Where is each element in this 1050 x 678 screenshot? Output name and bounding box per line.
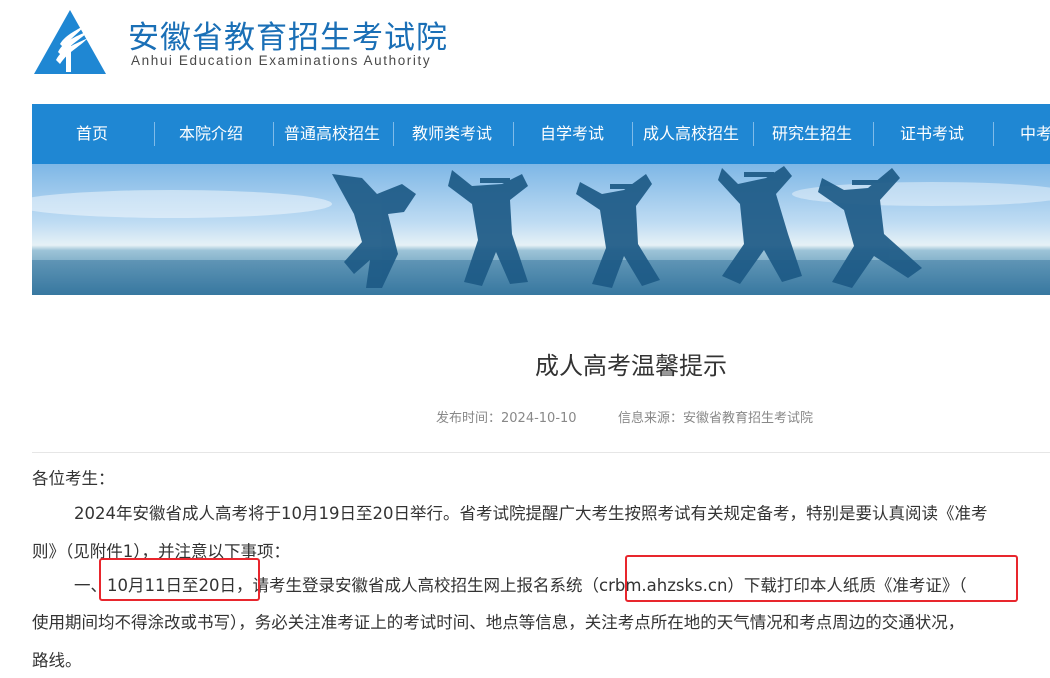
article-title: 成人高考温馨提示 [0,346,1050,381]
site-title: 安徽省教育招生考试院 [128,20,448,56]
nav-separator [753,122,754,146]
p2-url-link[interactable]: （crbm.ahzsks.cn） [583,576,744,595]
nav-item-college-admission[interactable]: 普通高校招生 [284,104,380,164]
site-header: 安徽省教育招生考试院 Anhui Education Examinations … [0,0,1050,104]
publish-time: 发布时间：2024-10-10 [436,411,577,426]
nav-item-about[interactable]: 本院介绍 [179,104,243,164]
paragraph-2-line-2: 使用期间均不得涂改或书写），务必关注准考证上的考试时间、地点等信息，关注考点所在… [32,613,965,632]
site-subtitle: Anhui Education Examinations Authority [131,53,432,68]
p2-suffix: 下载打印本人纸质《准考证》（ [743,576,967,595]
authority-logo-icon[interactable] [32,8,108,76]
nav-item-high-school-exam[interactable]: 中考 [1020,104,1050,164]
nav-separator [873,122,874,146]
paragraph-2-line-3: 路线。 [32,651,82,670]
nav-separator [993,122,994,146]
paragraph-1-line-2: 则》（见附件1），并注意以下事项： [32,542,290,561]
nav-separator [273,122,274,146]
p2-middle: ，请考生登录安徽省成人高校招生网上报名系统 [236,576,583,595]
article-title-text: 成人高考温馨提示 [535,352,727,380]
nav-separator [393,122,394,146]
nav-item-self-study-exam[interactable]: 自学考试 [540,104,604,164]
nav-separator [513,122,514,146]
banner-image [32,164,1050,295]
nav-item-certificate-exam[interactable]: 证书考试 [900,104,964,164]
greeting: 各位考生： [32,469,115,488]
paragraph-1-line-1: 2024年安徽省成人高考将于10月19日至20日举行。省考试院提醒广大考生按照考… [74,504,988,523]
p2-date: 10月11日至20日 [107,576,236,595]
paragraph-2-line-1: 一、10月11日至20日，请考生登录安徽省成人高校招生网上报名系统（crbm.a… [74,572,967,596]
nav-item-graduate-admission[interactable]: 研究生招生 [772,104,852,164]
article-divider [32,452,1050,453]
main-nav: 首页 本院介绍 普通高校招生 教师类考试 自学考试 成人高校招生 研究生招生 证… [32,104,1050,164]
info-source: 信息来源：安徽省教育招生考试院 [618,411,814,426]
nav-separator [154,122,155,146]
nav-separator [632,122,633,146]
nav-item-adult-admission[interactable]: 成人高校招生 [643,104,739,164]
nav-item-home[interactable]: 首页 [76,104,108,164]
p2-prefix: 一、 [74,576,107,595]
nav-item-teacher-exam[interactable]: 教师类考试 [412,104,492,164]
graduates-silhouette-image [32,164,1050,295]
